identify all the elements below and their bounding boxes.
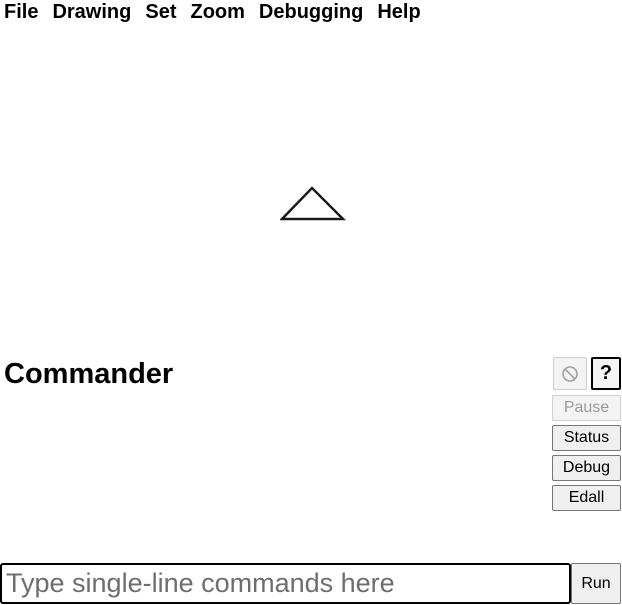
menu-drawing[interactable]: Drawing: [52, 0, 131, 24]
status-button[interactable]: Status: [552, 425, 621, 451]
menu-help[interactable]: Help: [377, 0, 420, 24]
menu-debugging[interactable]: Debugging: [259, 0, 363, 24]
no-entry-icon: [562, 365, 578, 382]
menu-set[interactable]: Set: [145, 0, 176, 24]
help-button[interactable]: ?: [591, 357, 621, 390]
run-button[interactable]: Run: [571, 563, 621, 604]
edall-button[interactable]: Edall: [552, 485, 621, 511]
debug-button[interactable]: Debug: [552, 455, 621, 481]
commander-title: Commander: [4, 358, 174, 390]
command-input[interactable]: [0, 563, 571, 604]
turtle-triangle-icon: [280, 186, 346, 221]
menu-zoom[interactable]: Zoom: [190, 0, 244, 24]
stop-button[interactable]: [553, 357, 587, 390]
menu-bar: File Drawing Set Zoom Debugging Help: [0, 0, 435, 24]
menu-file[interactable]: File: [4, 0, 38, 24]
pause-button[interactable]: Pause: [552, 395, 621, 421]
drawing-canvas[interactable]: [0, 30, 622, 350]
